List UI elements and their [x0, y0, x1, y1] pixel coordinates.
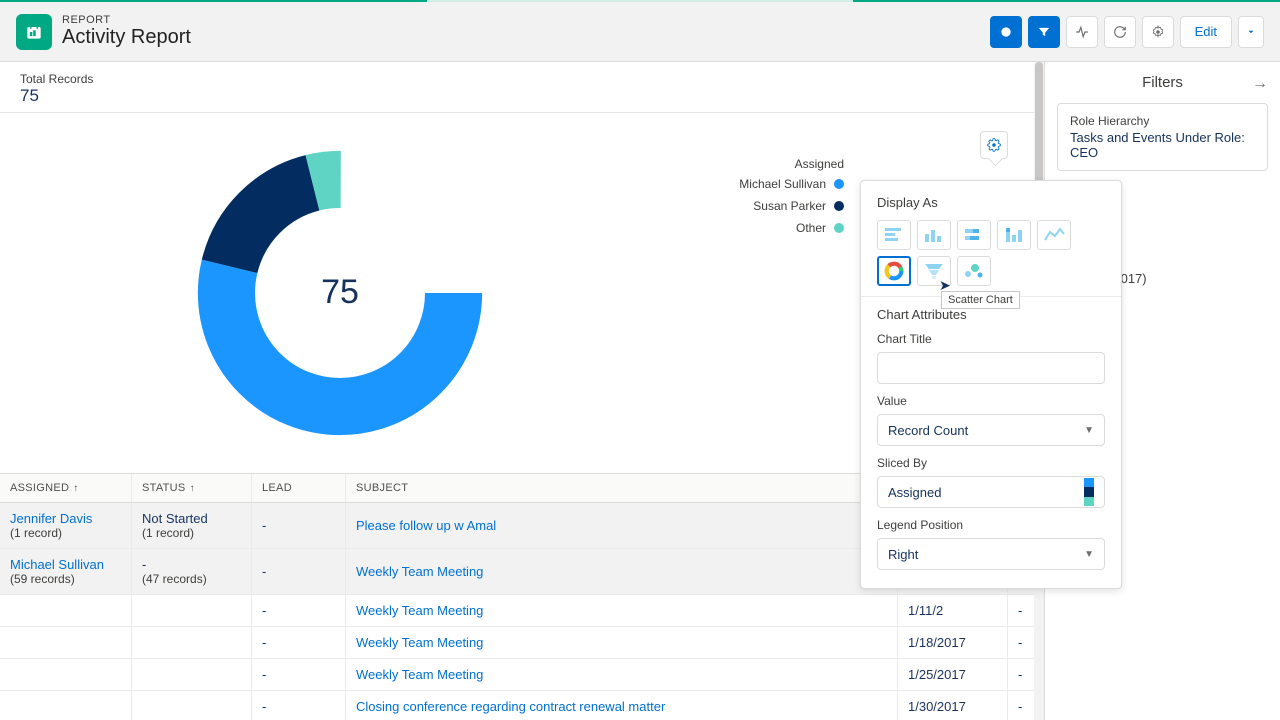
table-row: -Weekly Team Meeting1/25/2017- — [0, 659, 1044, 691]
chart-settings-popover: Display As ➤ Scatter Chart Chart Attribu… — [860, 180, 1122, 589]
chart-type-funnel[interactable] — [917, 256, 951, 286]
legend-position-label: Legend Position — [877, 518, 1105, 532]
refresh-button[interactable] — [1104, 16, 1136, 48]
value-select[interactable]: Record Count▼ — [877, 414, 1105, 446]
legend-title: Assigned — [739, 157, 844, 171]
collapse-filters-icon[interactable]: → — [1252, 75, 1268, 93]
legend-item[interactable]: Susan Parker — [739, 199, 844, 213]
filter-toggle-button[interactable] — [1028, 16, 1060, 48]
assigned-link[interactable]: Jennifer Davis — [10, 511, 121, 526]
chart-type-line[interactable] — [1037, 220, 1071, 250]
top-accent-bar — [0, 0, 1280, 2]
donut-chart: 75 — [190, 143, 490, 446]
chart-settings-button[interactable] — [980, 131, 1008, 159]
chart-attributes-label: Chart Attributes — [877, 307, 1105, 322]
sliced-by-select[interactable]: Assigned — [877, 476, 1105, 508]
report-icon — [16, 14, 52, 50]
col-assigned[interactable]: ASSIGNED↑ — [0, 474, 132, 502]
value-label: Value — [877, 394, 1105, 408]
chart-type-hbar[interactable] — [877, 220, 911, 250]
subject-link[interactable]: Closing conference regarding contract re… — [356, 699, 887, 714]
more-actions-button[interactable] — [1238, 16, 1264, 48]
chart-type-tooltip: Scatter Chart — [941, 291, 1020, 309]
col-subject[interactable]: SUBJECT — [346, 474, 898, 502]
total-label: Total Records — [20, 72, 1024, 86]
assigned-link[interactable]: Michael Sullivan — [10, 557, 121, 572]
totals-block: Total Records 75 — [0, 62, 1044, 112]
settings-button[interactable] — [1142, 16, 1174, 48]
table-row: -Weekly Team Meeting1/18/2017- — [0, 627, 1044, 659]
chart-type-scatter[interactable] — [957, 256, 991, 286]
chart-toggle-button[interactable] — [990, 16, 1022, 48]
col-status[interactable]: STATUS↑ — [132, 474, 252, 502]
chart-type-donut[interactable] — [877, 256, 911, 286]
activity-button[interactable] — [1066, 16, 1098, 48]
report-header: REPORT Activity Report Edit — [0, 2, 1280, 62]
subject-link[interactable]: Weekly Team Meeting — [356, 603, 887, 618]
edit-button[interactable]: Edit — [1180, 16, 1232, 48]
total-value: 75 — [20, 86, 1024, 106]
subject-link[interactable]: Weekly Team Meeting — [356, 667, 887, 682]
chart-title-label: Chart Title — [877, 332, 1105, 346]
chart-type-stacked-vbar[interactable] — [997, 220, 1031, 250]
col-lead[interactable]: LEAD — [252, 474, 346, 502]
subject-link[interactable]: Please follow up w Amal — [356, 518, 887, 533]
chart-type-vbar[interactable] — [917, 220, 951, 250]
donut-center-value: 75 — [190, 273, 490, 312]
filters-title: Filters — [1057, 74, 1268, 91]
display-as-label: Display As — [877, 195, 1105, 210]
subject-link[interactable]: Weekly Team Meeting — [356, 564, 887, 579]
filter-role-hierarchy[interactable]: Role Hierarchy Tasks and Events Under Ro… — [1057, 103, 1268, 171]
chart-type-stacked-hbar[interactable] — [957, 220, 991, 250]
table-row: -Closing conference regarding contract r… — [0, 691, 1044, 720]
page-title: Activity Report — [62, 26, 191, 49]
sliced-by-label: Sliced By — [877, 456, 1105, 470]
table-row: -Weekly Team Meeting1/11/2- — [0, 595, 1044, 627]
legend-position-select[interactable]: Right▼ — [877, 538, 1105, 570]
object-label: REPORT — [62, 14, 191, 26]
legend-item[interactable]: Michael Sullivan — [739, 177, 844, 191]
legend-item[interactable]: Other — [739, 221, 844, 235]
subject-link[interactable]: Weekly Team Meeting — [356, 635, 887, 650]
chart-title-input[interactable] — [877, 352, 1105, 384]
chart-legend: Assigned Michael Sullivan Susan Parker O… — [739, 157, 844, 243]
